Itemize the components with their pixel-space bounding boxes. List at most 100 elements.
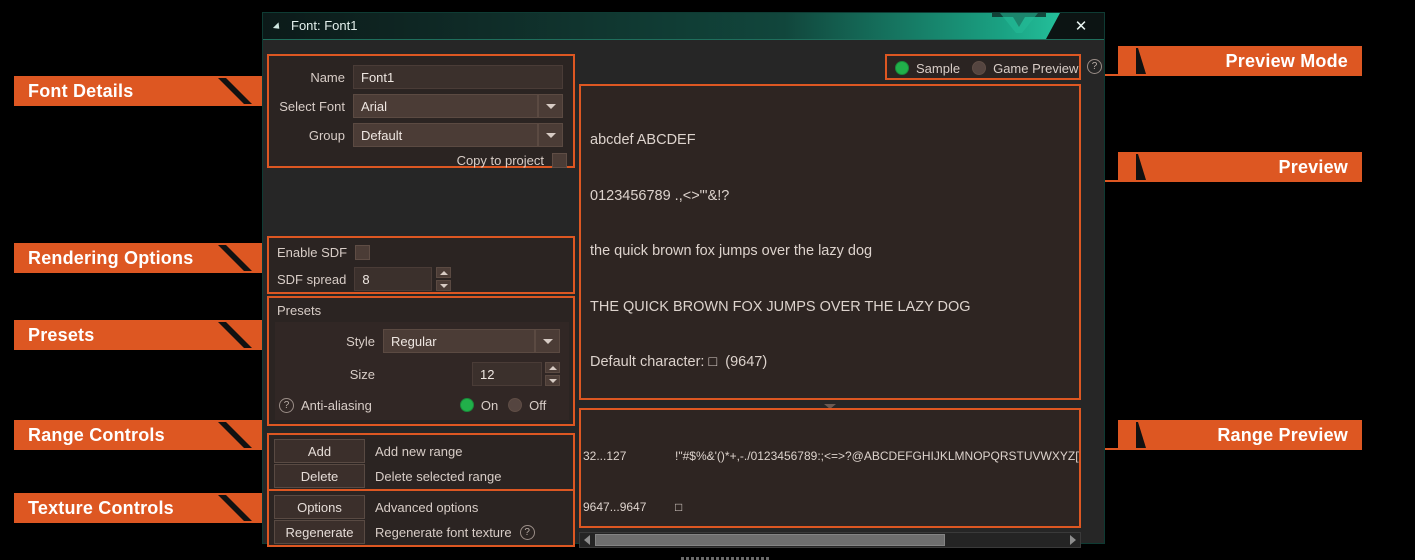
style-label: Style (346, 333, 375, 349)
game-preview-label: Game Preview (993, 60, 1079, 76)
connector-rendering-options (14, 271, 270, 273)
chevron-down-icon (545, 132, 556, 138)
select-font-dropdown-button[interactable] (538, 94, 563, 118)
options-button[interactable]: Options (274, 495, 365, 519)
sdf-spread-stepper[interactable] (436, 267, 452, 291)
slash-mark-icon (1136, 420, 1180, 450)
stepper-down-button[interactable] (545, 375, 560, 386)
caret-down-icon (439, 283, 448, 288)
horizontal-scrollbar[interactable] (579, 532, 1081, 548)
stepper-up-button[interactable] (545, 362, 560, 373)
style-value[interactable]: Regular (383, 329, 535, 353)
enable-sdf-checkbox[interactable] (355, 245, 371, 260)
titlebar-chevron-icon (992, 13, 1046, 39)
connector-font-details (14, 104, 270, 106)
antialiasing-label: Anti-aliasing (301, 397, 372, 413)
select-font-value[interactable]: Arial (353, 94, 538, 118)
group-label: Group (308, 127, 345, 143)
sample-radio[interactable] (895, 61, 909, 75)
stepper-up-button[interactable] (436, 267, 452, 278)
regenerate-button[interactable]: Regenerate (274, 520, 365, 544)
scroll-left-arrow-icon[interactable] (580, 533, 594, 547)
group-row: Group Default (277, 123, 567, 147)
annotation-rendering-options: Rendering Options (14, 243, 274, 273)
close-button[interactable]: ✕ (1058, 13, 1104, 39)
connector-range-preview (1078, 448, 1348, 450)
annotation-label: Rendering Options (28, 247, 194, 268)
slash-mark-icon (212, 420, 256, 450)
size-stepper[interactable] (545, 362, 560, 386)
font-details-group: Name Font1 Select Font Arial Group Defau… (267, 54, 575, 168)
scrollbar-thumb[interactable] (595, 534, 945, 546)
game-preview-radio[interactable] (972, 61, 987, 75)
caret-up-icon (548, 365, 557, 370)
annotation-preview: Preview (1118, 152, 1362, 182)
copy-to-project-checkbox[interactable] (552, 153, 567, 168)
size-label: Size (349, 366, 375, 382)
preview-mode-group: Sample Game Preview (885, 54, 1081, 80)
annotation-range-controls: Range Controls (14, 420, 274, 450)
options-description: Advanced options (375, 499, 479, 515)
annotation-label: Preview Mode (1225, 50, 1348, 71)
rendering-options-group: Enable SDF SDF spread 8 (267, 236, 575, 294)
range-preview-row[interactable]: 9647...9647 □ (583, 499, 1079, 516)
add-range-row: Add Add new range (274, 439, 462, 463)
help-icon[interactable]: ? (519, 524, 535, 540)
range-preview-row[interactable]: 32...127 !"#$%&'()*+,-./0123456789:;<=>?… (583, 448, 1079, 465)
presets-group: Presets Style Regular Size 12 ? Anti-ali… (267, 296, 575, 426)
antialiasing-on-label: On (480, 397, 499, 413)
range-glyphs: □ (675, 500, 683, 514)
name-row: Name Font1 (277, 65, 567, 89)
range-preview-panel: 32...127 !"#$%&'()*+,-./0123456789:;<=>?… (579, 408, 1081, 528)
select-font-label: Select Font (279, 98, 345, 114)
group-dropdown-button[interactable] (538, 123, 563, 147)
annotation-presets: Presets (14, 320, 274, 350)
window-title: Font: Font1 (291, 18, 358, 33)
antialiasing-off-radio[interactable] (508, 398, 523, 412)
connector-texture-controls (14, 521, 270, 523)
preview-mode-row: Sample Game Preview (895, 59, 1078, 77)
style-row: Style Regular (279, 329, 565, 353)
preview-panel: abcdef ABCDEF 0123456789 .,<>"'&!? the q… (579, 84, 1081, 400)
delete-range-description: Delete selected range (375, 468, 502, 484)
range-glyphs: !"#$%&'()*+,-./0123456789:;<=>?@ABCDEFGH… (675, 449, 1079, 463)
presets-group-title: Presets (277, 303, 322, 318)
window-body: Name Font1 Select Font Arial Group Defau… (263, 39, 1104, 560)
size-input[interactable]: 12 (472, 362, 542, 386)
preview-line: the quick brown fox jumps over the lazy … (590, 243, 873, 259)
help-icon[interactable]: ? (279, 397, 294, 413)
left-caret (584, 535, 590, 545)
caret-down-icon (548, 378, 557, 383)
annotation-font-details: Font Details (14, 76, 274, 106)
annotation-label: Range Controls (28, 424, 165, 445)
chevron-down-icon (545, 103, 556, 109)
antialiasing-row: ? Anti-aliasing On Off (279, 396, 565, 414)
annotation-texture-controls: Texture Controls (14, 493, 274, 523)
window-titlebar[interactable]: Font: Font1 ✕ (263, 13, 1104, 39)
antialiasing-on-radio[interactable] (459, 398, 474, 412)
annotation-label: Range Preview (1217, 424, 1348, 445)
size-row: Size 12 (279, 362, 565, 386)
add-button[interactable]: Add (274, 439, 365, 463)
delete-button[interactable]: Delete (274, 464, 365, 488)
style-dropdown-button[interactable] (535, 329, 560, 353)
triangle-collapse-icon[interactable] (272, 22, 283, 32)
regenerate-description: Regenerate font texture (375, 524, 512, 540)
preview-mode-help-icon[interactable]: ? (1087, 59, 1102, 74)
texture-controls-group: Options Advanced options Regenerate Rege… (267, 489, 575, 547)
options-row: Options Advanced options (274, 495, 478, 519)
name-input[interactable]: Font1 (353, 65, 563, 89)
slash-mark-icon (1136, 152, 1180, 182)
preview-line: 0123456789 .,<>"'&!? (590, 187, 730, 204)
group-value[interactable]: Default (353, 123, 538, 147)
stepper-down-button[interactable] (436, 280, 452, 291)
slash-mark-icon (212, 243, 256, 273)
enable-sdf-row: Enable SDF (277, 244, 371, 261)
sdf-spread-input[interactable]: 8 (354, 267, 433, 291)
preview-text: abcdef ABCDEF 0123456789 .,<>"'&!? the q… (590, 94, 1073, 409)
right-caret (1070, 535, 1076, 545)
sample-label: Sample (916, 60, 961, 76)
scroll-right-arrow-icon[interactable] (1066, 533, 1080, 547)
annotation-label: Texture Controls (28, 497, 174, 518)
antialiasing-off-label: Off (529, 397, 547, 413)
